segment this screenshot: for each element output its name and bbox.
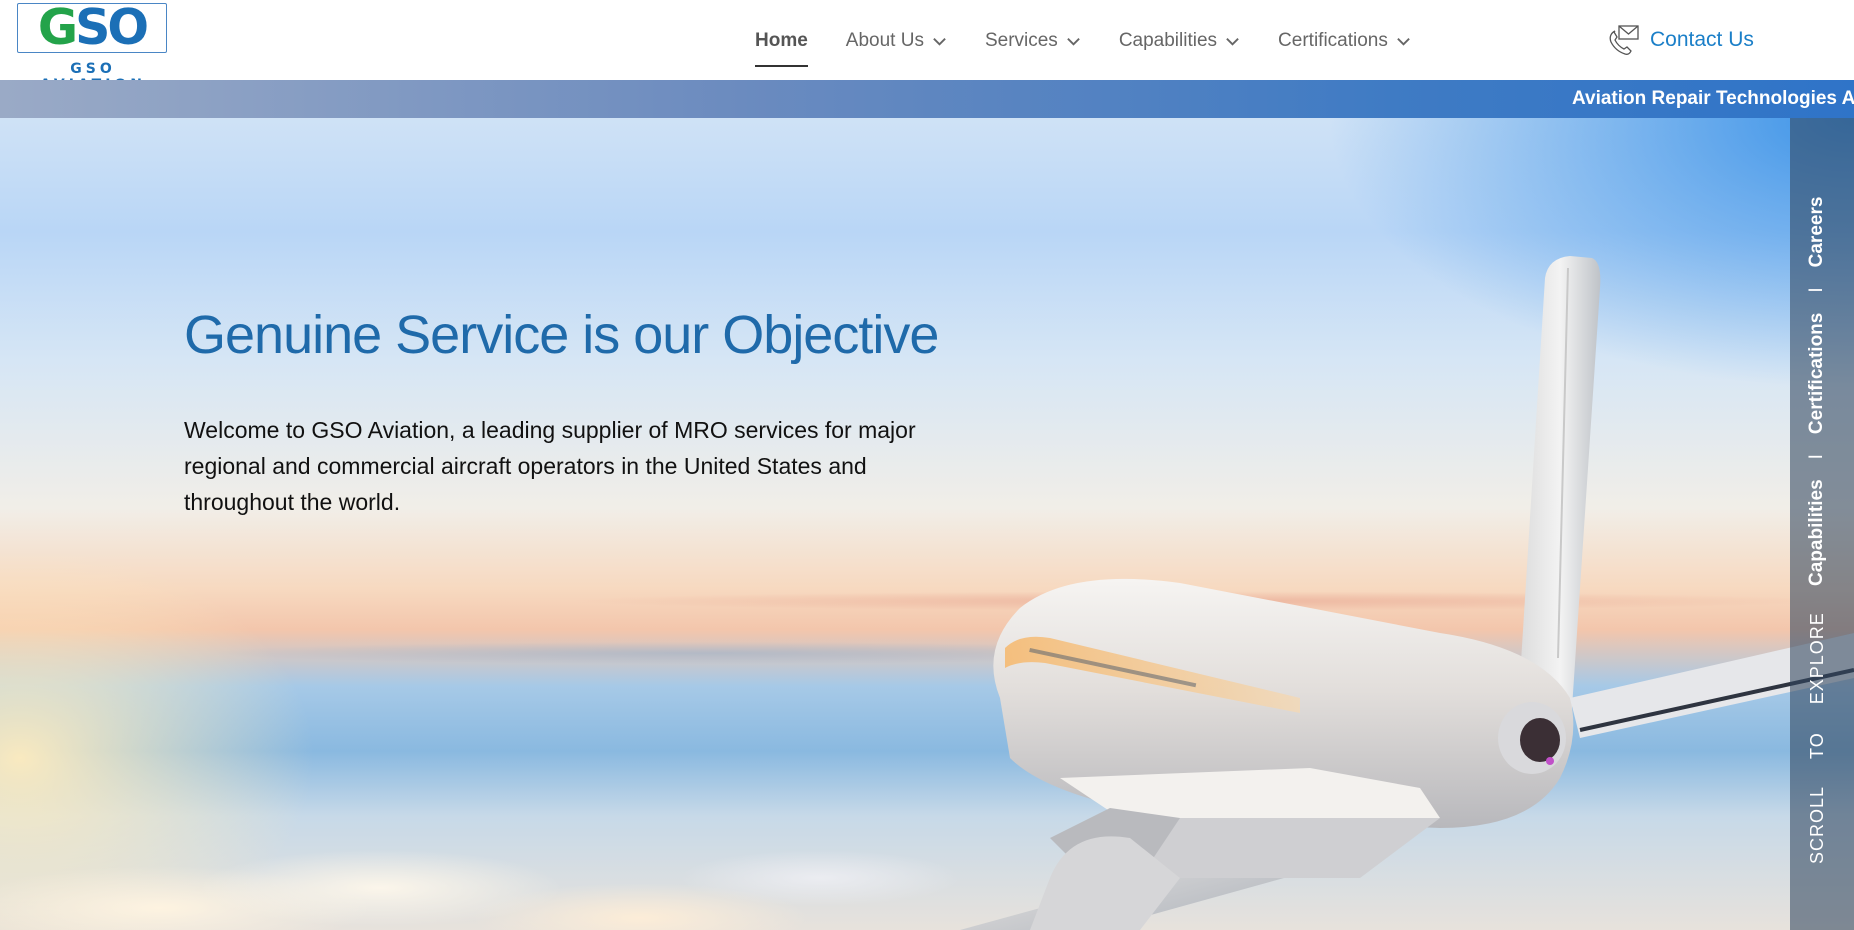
nav-capabilities[interactable]: Capabilities [1119, 26, 1240, 56]
chevron-down-icon [1226, 37, 1239, 46]
nav-services-label: Services [984, 30, 1058, 51]
chevron-down-icon [1067, 37, 1080, 46]
logo-mark: GSO [37, 0, 149, 56]
contact-us-label: Contact Us [1650, 28, 1754, 51]
side-link-certifications[interactable]: Certifications [1806, 313, 1828, 434]
gso-logo[interactable]: GSO GSO AVIATION [17, 0, 169, 93]
side-quick-links: Capabilities I Certifications I Careers … [1790, 118, 1854, 930]
scroll-to-explore-hint[interactable]: SCROLL TO EXPLORE [1807, 612, 1828, 864]
chevron-down-icon [933, 37, 946, 46]
hero-description: Welcome to GSO Aviation, a leading suppl… [184, 417, 916, 515]
nav-home-label: Home [755, 30, 808, 51]
nav-about-us[interactable]: About Us [846, 26, 947, 56]
ticker-text[interactable]: Aviation Repair Technologies An [1572, 80, 1854, 118]
nav-home[interactable]: Home [755, 26, 808, 67]
airplane-image [960, 256, 1854, 930]
side-link-separator: I [1806, 454, 1827, 460]
hero-title: Genuine Service is our Objective [184, 305, 939, 365]
nav-about-us-label: About Us [845, 30, 924, 51]
side-link-careers[interactable]: Careers [1806, 197, 1828, 268]
site-header: GSO GSO AVIATION Home About Us Services … [0, 0, 1854, 93]
nav-certifications[interactable]: Certifications [1278, 26, 1411, 56]
main-nav: Home About Us Services Capabilities Cert… [755, 26, 1449, 67]
chevron-down-icon [1397, 37, 1410, 46]
envelope-phone-icon [1609, 25, 1639, 55]
hero-section: Genuine Service is our Objective Welcome… [0, 118, 1854, 930]
side-link-capabilities[interactable]: Capabilities [1806, 479, 1828, 586]
nav-capabilities-label: Capabilities [1118, 30, 1218, 51]
contact-us-link[interactable]: Contact Us [1606, 20, 1754, 60]
news-ticker: Aviation Repair Technologies An [0, 80, 1854, 118]
nav-services[interactable]: Services [985, 26, 1081, 56]
side-link-list: Capabilities I Certifications I Careers [1806, 197, 1828, 586]
nav-certifications-label: Certifications [1278, 30, 1388, 51]
page: GSO GSO AVIATION Home About Us Services … [0, 0, 1854, 930]
side-link-separator: I [1806, 287, 1827, 293]
